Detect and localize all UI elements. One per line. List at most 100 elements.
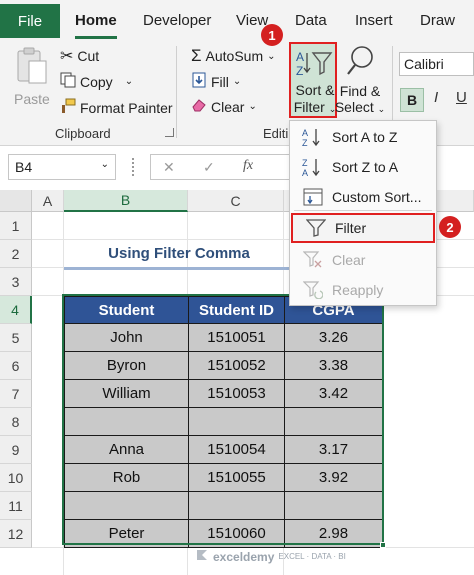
cell-student[interactable]: William (64, 379, 189, 408)
cell-cgpa[interactable] (284, 491, 383, 520)
cell-student[interactable] (64, 407, 189, 436)
cell-student[interactable]: John (64, 323, 189, 352)
cell-cgpa[interactable] (284, 407, 383, 436)
sort-filter-button[interactable]: A Z Sort & Filter ⌄ (289, 42, 337, 118)
cell-cgpa[interactable]: 3.42 (284, 379, 383, 408)
cancel-icon[interactable]: ✕ (163, 159, 175, 176)
tab-developer[interactable]: Developer (143, 12, 211, 29)
select-all-corner[interactable] (0, 190, 32, 212)
fill-label: Fill (211, 73, 229, 90)
paste-label: Paste (14, 91, 50, 107)
fill-handle[interactable] (380, 542, 386, 548)
header-student[interactable]: Student (64, 296, 189, 324)
svg-text:Z: Z (296, 64, 303, 77)
italic-button[interactable]: I (434, 89, 438, 106)
sort-filter-icon: A Z (295, 49, 333, 80)
cell-cgpa[interactable]: 3.17 (284, 435, 383, 464)
underline-button[interactable]: U (456, 89, 467, 106)
row-header-4[interactable]: 4 (0, 296, 32, 324)
chevron-down-icon: ⌄ (232, 76, 242, 87)
chevron-down-icon: ⌄ (248, 101, 257, 112)
paste-button[interactable]: Paste (14, 46, 50, 107)
cell-student-id[interactable] (188, 491, 285, 520)
title-underline (64, 267, 294, 270)
table-row: John 1510051 3.26 (64, 323, 383, 352)
cell-student-id[interactable] (188, 407, 285, 436)
autosum-button[interactable]: Σ AutoSum ⌄ (191, 46, 276, 66)
menu-item-filter[interactable]: Filter (291, 213, 435, 243)
menu-separator (294, 210, 432, 211)
fill-button[interactable]: Fill ⌄ (191, 72, 241, 91)
font-name-select[interactable]: Calibri (399, 52, 474, 76)
clear-button[interactable]: Clear ⌄ (191, 98, 257, 115)
cell-cgpa[interactable]: 3.26 (284, 323, 383, 352)
bold-button[interactable]: B (400, 88, 424, 112)
watermark: exceldemy EXCEL · DATA · BI (195, 548, 346, 565)
cell-student-id[interactable]: 1510055 (188, 463, 285, 492)
column-header-a[interactable]: A (32, 190, 64, 212)
cell-student-id[interactable]: 1510060 (188, 519, 285, 548)
cell-cgpa[interactable]: 3.92 (284, 463, 383, 492)
tab-file[interactable]: File (0, 4, 60, 38)
cell-student[interactable] (64, 491, 189, 520)
column-header-c[interactable]: C (188, 190, 284, 212)
watermark-name: exceldemy (213, 549, 275, 564)
enter-icon[interactable]: ✓ (203, 159, 215, 176)
cell-student[interactable]: Anna (64, 435, 189, 464)
row-header-8[interactable]: 8 (0, 408, 32, 436)
cell-student-id[interactable]: 1510054 (188, 435, 285, 464)
tab-insert[interactable]: Insert (355, 12, 393, 29)
format-painter-button[interactable]: Format Painter (60, 98, 173, 117)
row-header-12[interactable]: 12 (0, 520, 32, 548)
scissors-icon: ✂ (60, 48, 74, 65)
cell-cgpa[interactable]: 2.98 (284, 519, 383, 548)
cell-student-id[interactable]: 1510051 (188, 323, 285, 352)
cell-student[interactable]: Byron (64, 351, 189, 380)
group-separator (176, 46, 177, 138)
header-student-id[interactable]: Student ID (188, 296, 285, 324)
cut-button[interactable]: ✂ Cut (60, 46, 99, 66)
find-select-label-text: Select (334, 99, 374, 115)
table-row: Peter 1510060 2.98 (64, 519, 383, 548)
copy-button[interactable]: Copy ⌄ (60, 72, 133, 91)
name-box[interactable]: B4 ⌄ (8, 154, 116, 180)
paintbrush-icon (60, 98, 76, 117)
chevron-down-icon: ⌄ (124, 76, 134, 87)
cell-student-id[interactable]: 1510053 (188, 379, 285, 408)
row-header-7[interactable]: 7 (0, 380, 32, 408)
menu-label: Reapply (332, 282, 384, 298)
find-select-button[interactable]: Find & Select ⌄ (334, 44, 385, 115)
sheet-title[interactable]: Using Filter Comma (64, 239, 294, 267)
menu-item-custom-sort[interactable]: Custom Sort... (290, 182, 436, 212)
cut-label: Cut (77, 48, 100, 64)
tab-data[interactable]: Data (295, 12, 327, 29)
row-header-2[interactable]: 2 (0, 240, 32, 268)
row-header-5[interactable]: 5 (0, 324, 32, 352)
copy-label: Copy (80, 73, 113, 90)
menu-item-reapply[interactable]: Reapply (290, 275, 436, 305)
cell-student[interactable]: Rob (64, 463, 189, 492)
tab-home[interactable]: Home (75, 12, 117, 29)
row-header-11[interactable]: 11 (0, 492, 32, 520)
row-header-1[interactable]: 1 (0, 212, 32, 240)
cell-student-id[interactable]: 1510052 (188, 351, 285, 380)
tab-draw[interactable]: Draw (420, 12, 455, 29)
clipboard-dialog-launcher[interactable] (165, 128, 174, 137)
menu-item-sort-a-to-z[interactable]: AZ Sort A to Z (290, 122, 436, 152)
fx-icon[interactable]: fx (243, 158, 253, 174)
name-box-value: B4 (15, 159, 33, 175)
row-header-9[interactable]: 9 (0, 436, 32, 464)
magnifier-icon (345, 44, 375, 83)
row-header-6[interactable]: 6 (0, 352, 32, 380)
row-header-3[interactable]: 3 (0, 268, 32, 296)
column-header-b[interactable]: B (64, 190, 188, 212)
menu-item-sort-z-to-a[interactable]: ZA Sort Z to A (290, 152, 436, 182)
cell-cgpa[interactable]: 3.38 (284, 351, 383, 380)
cell-student[interactable]: Peter (64, 519, 189, 548)
formula-bar-grip-icon (132, 158, 135, 176)
svg-text:A: A (302, 168, 308, 177)
row-header-10[interactable]: 10 (0, 464, 32, 492)
menu-item-clear[interactable]: Clear (290, 245, 436, 275)
table-row: Byron 1510052 3.38 (64, 351, 383, 380)
paste-icon (15, 46, 49, 89)
